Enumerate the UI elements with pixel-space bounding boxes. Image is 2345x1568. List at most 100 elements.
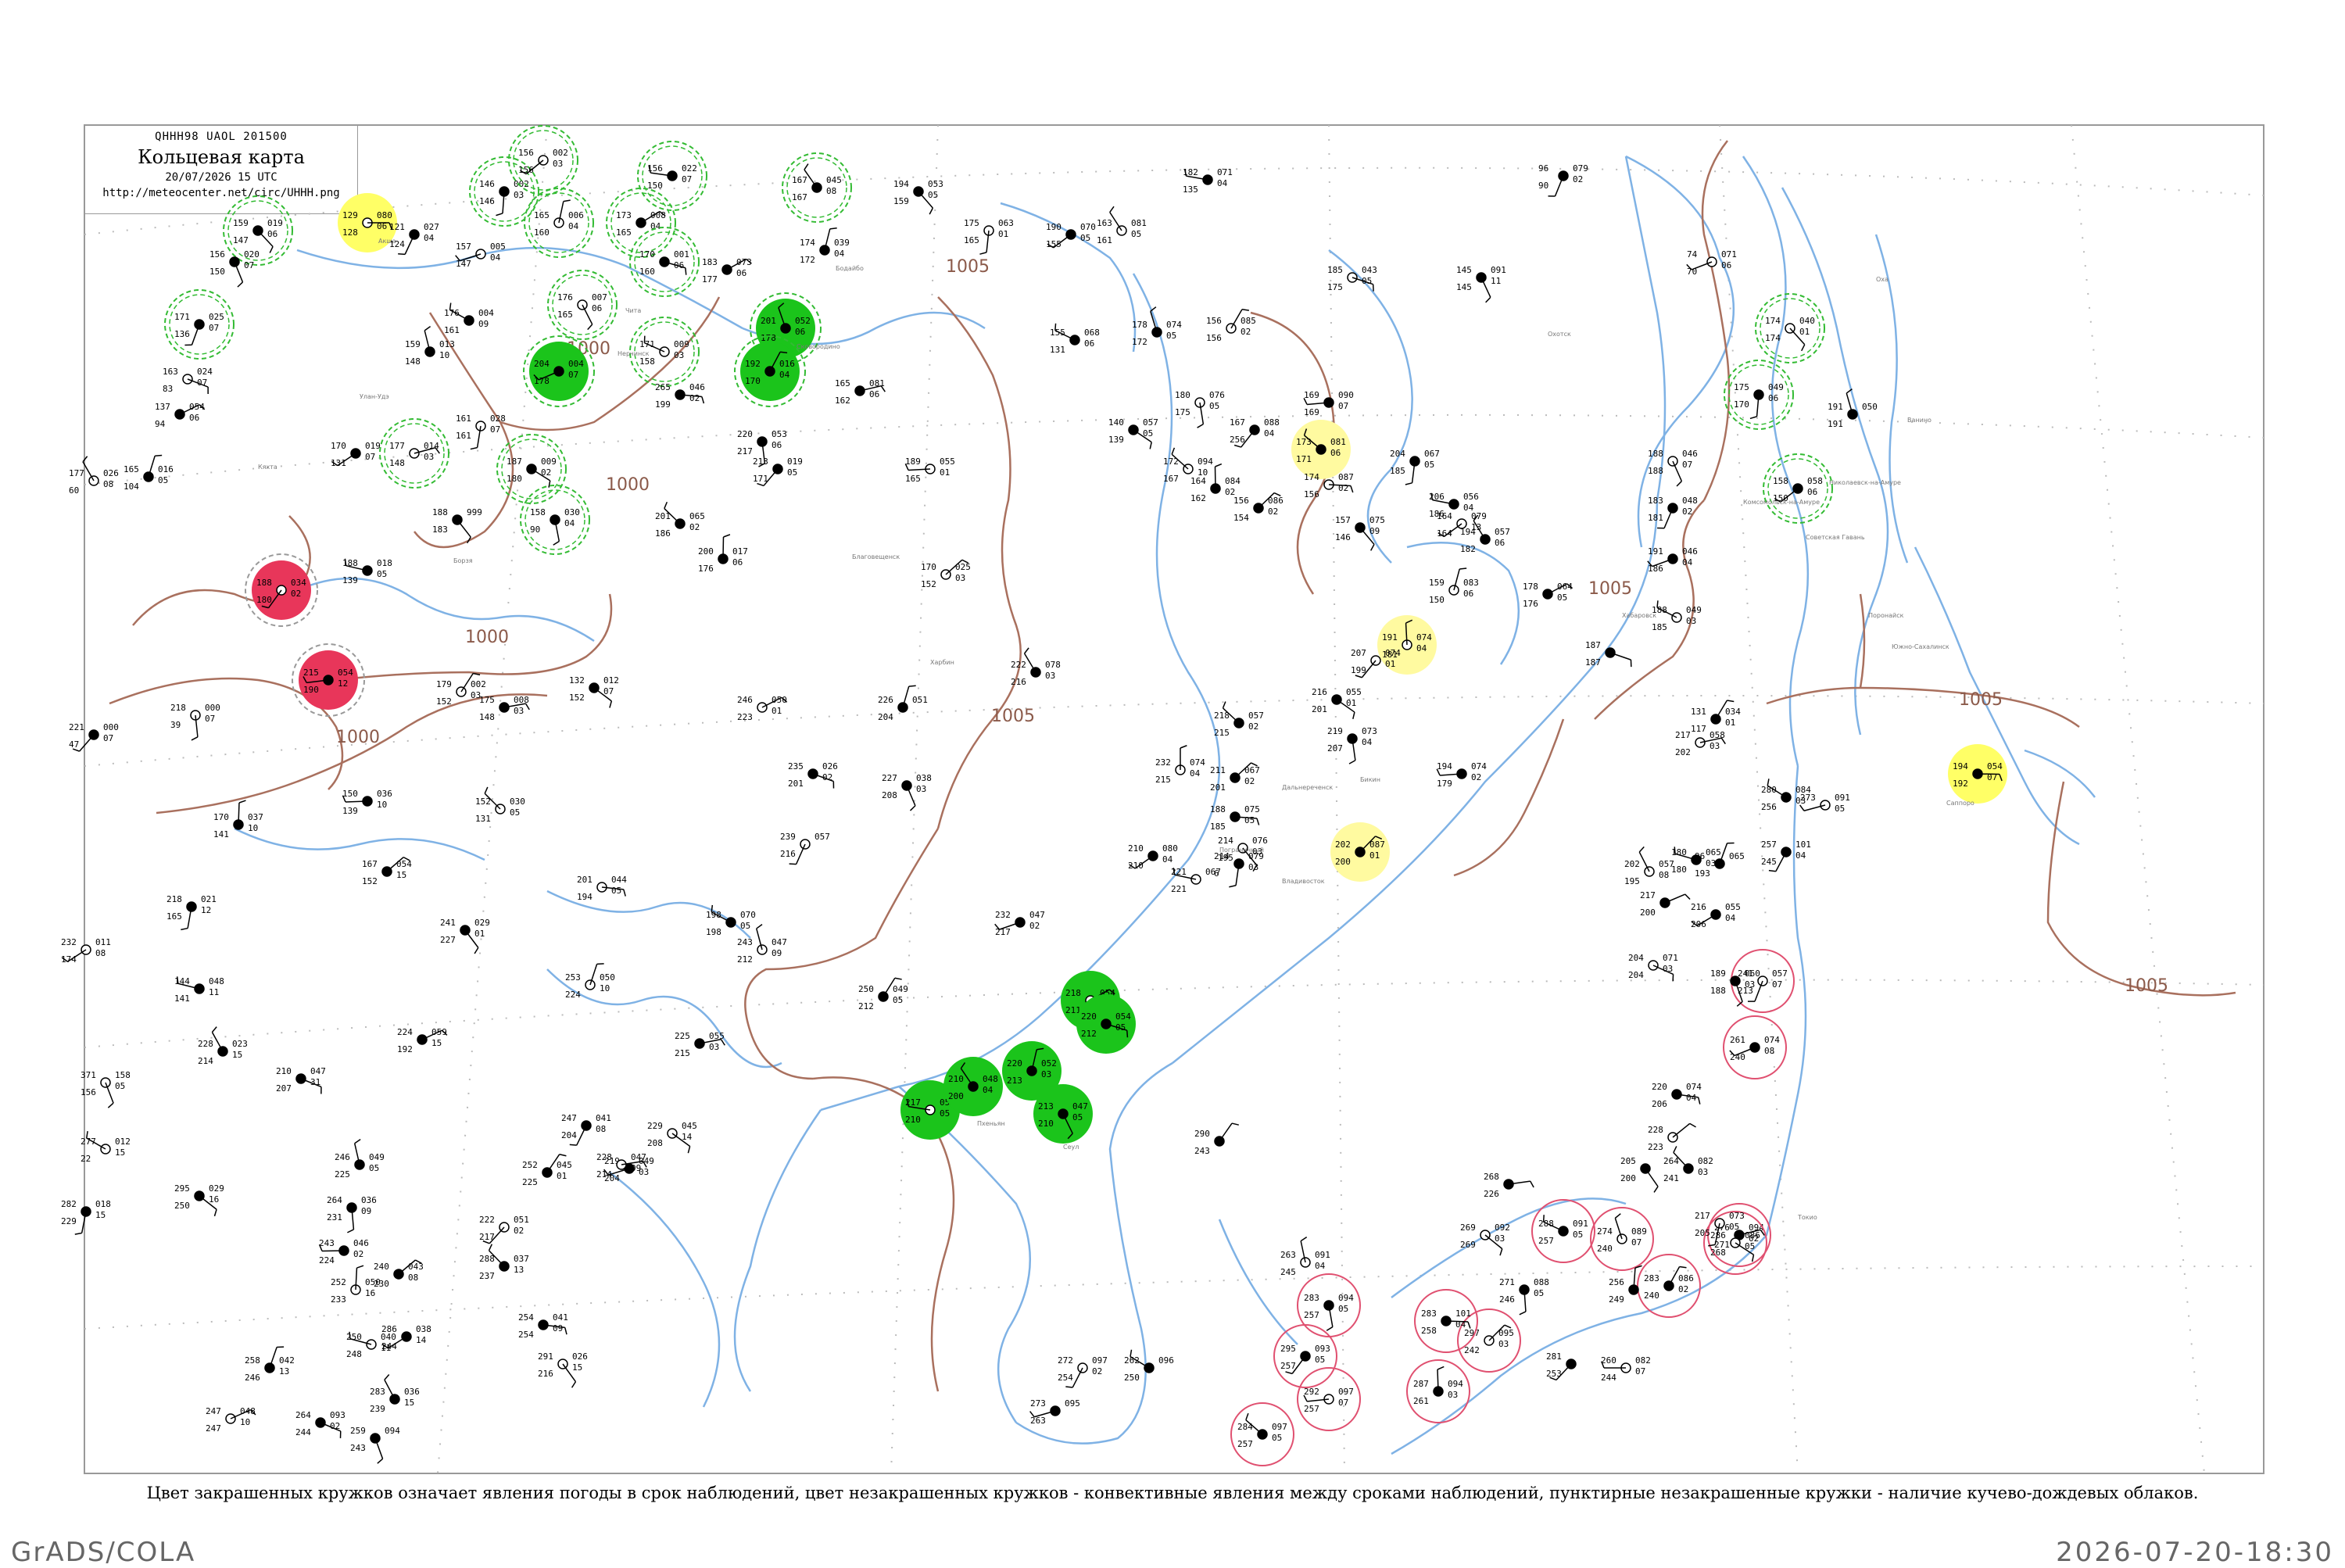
pressure-tendency-value: 06	[1330, 448, 1341, 458]
dewpoint-value: 152	[569, 693, 585, 703]
station: 15815005806	[1763, 454, 1832, 523]
pressure-value: 024	[197, 367, 213, 377]
dewpoint-value: 147	[456, 259, 471, 269]
pressure-value: 094	[385, 1426, 400, 1436]
station: 17317108106	[1291, 420, 1351, 479]
dewpoint-value: 250	[174, 1201, 190, 1211]
pressure-value: 030	[510, 797, 525, 807]
pressure-tendency-value: 01	[1346, 698, 1356, 708]
pressure-tendency-value: 09	[553, 1323, 563, 1334]
pressure-value: 002	[471, 679, 486, 689]
pressure-tendency-value: 07	[603, 686, 614, 696]
temperature-value: 173	[1296, 437, 1312, 447]
wind-barb-icon	[1180, 746, 1187, 748]
dewpoint-value: 257	[1280, 1361, 1296, 1371]
pressure-tendency-value: 01	[940, 467, 950, 478]
pressure-value: 078	[1045, 660, 1061, 670]
pressure-tendency-value: 06	[377, 221, 387, 231]
temperature-value: 180	[1671, 847, 1687, 857]
temperature-value: 217	[1695, 1211, 1710, 1221]
pressure-value: 094	[1198, 456, 1213, 467]
pressure-value: 065	[1729, 851, 1745, 861]
temperature-value: 280	[1761, 785, 1777, 795]
temperature-value: 171	[174, 312, 190, 322]
temperature-value: 176	[557, 292, 573, 303]
pressure-value: 070	[1080, 222, 1096, 232]
temperature-value: 218	[1214, 711, 1230, 721]
temperature-value: 201	[761, 316, 776, 326]
dewpoint-value: 185	[1210, 822, 1226, 832]
pressure-tendency-value: 06	[1495, 538, 1505, 548]
dewpoint-value: 240	[1730, 1052, 1745, 1062]
station: 290243	[1194, 1123, 1239, 1156]
wind-barb-icon	[1025, 648, 1029, 653]
pressure-value: 036	[361, 1195, 377, 1205]
station: 18818507505	[1210, 804, 1260, 832]
station: 1379405406	[155, 402, 205, 429]
wind-barb-icon	[1690, 1123, 1696, 1126]
pressure-value: 018	[95, 1199, 111, 1209]
wind-barb-icon	[385, 1374, 389, 1380]
station: 21920707304	[1327, 726, 1377, 764]
dewpoint-value: 165	[557, 310, 573, 320]
temperature-value: 283	[370, 1387, 385, 1397]
wind-barb-icon	[1326, 1327, 1333, 1331]
pressure-value: 037	[248, 812, 263, 822]
temperature-value: 243	[319, 1238, 335, 1248]
temperature-value: 204	[1390, 449, 1405, 459]
pressure-tendency-value: 05	[1557, 592, 1567, 603]
place-name: Ванино	[1907, 417, 1931, 424]
temperature-value: 187	[507, 456, 522, 467]
station: 22021205405	[1076, 994, 1136, 1054]
wind-barb-icon	[1769, 871, 1776, 872]
pressure-value: 055	[1346, 687, 1362, 697]
pressure-value: 088	[1264, 417, 1280, 428]
temperature-value: 256	[1609, 1277, 1624, 1287]
pressure-value: 090	[1338, 390, 1354, 400]
pressure-tendency-value: 12	[338, 678, 348, 689]
pressure-value: 045	[826, 175, 842, 185]
pressure-tendency-value: 02	[1471, 772, 1481, 782]
pressure-tendency-value: 15	[115, 1147, 125, 1158]
pressure-value: 004	[478, 308, 494, 318]
pressure-value: 025	[209, 312, 224, 322]
dewpoint-value: 217	[995, 927, 1011, 937]
pressure-value: 005	[490, 242, 506, 252]
pressure-tendency-value: 07	[244, 260, 254, 270]
dewpoint-value: 230	[374, 1279, 389, 1289]
temperature-value: 175	[479, 695, 495, 705]
pressure-value: 084	[1795, 785, 1811, 795]
station: 28726109403	[1407, 1360, 1470, 1423]
temperature-value: 188	[1648, 449, 1663, 459]
temperature-value: 281	[1546, 1351, 1562, 1362]
dewpoint-value: 199	[1351, 665, 1366, 675]
temperature-value: 213	[753, 456, 768, 467]
wind-barb-icon	[424, 327, 430, 331]
pressure-value: 036	[377, 789, 392, 799]
dewpoint-value: 248	[346, 1349, 362, 1359]
dewpoint-value: 239	[370, 1404, 385, 1414]
pressure-tendency-value: 03	[1745, 979, 1755, 990]
dewpoint-value: 215	[675, 1048, 690, 1058]
pressure-value: 008	[514, 695, 529, 705]
temperature-value: 263	[1280, 1250, 1296, 1260]
station: 2772201215	[81, 1131, 131, 1164]
pressure-tendency-value: 03	[424, 452, 434, 462]
place-name: Охотск	[1548, 331, 1571, 338]
pressure-value: 019	[267, 218, 283, 228]
pressure-value: 029	[474, 918, 490, 928]
dewpoint-value: 179	[1437, 779, 1452, 789]
pressure-tendency-value: 09	[631, 1163, 641, 1173]
temperature-value: 158	[1773, 476, 1788, 486]
station: 27225409702	[1058, 1355, 1108, 1387]
dewpoint-value: 204	[1628, 970, 1644, 980]
pressure-tendency-value: 04	[779, 370, 790, 380]
temperature-value: 220	[1081, 1011, 1097, 1022]
dewpoint-value: 94	[155, 419, 166, 429]
dewpoint-value: 145	[1456, 282, 1472, 292]
pressure-tendency-value: 06	[1721, 260, 1731, 270]
temperature-value: 146	[479, 179, 495, 189]
wind-barb-icon	[979, 252, 986, 254]
pressure-tendency-value: 03	[1448, 1390, 1458, 1400]
software-label: GrADS/COLA	[11, 1537, 195, 1568]
